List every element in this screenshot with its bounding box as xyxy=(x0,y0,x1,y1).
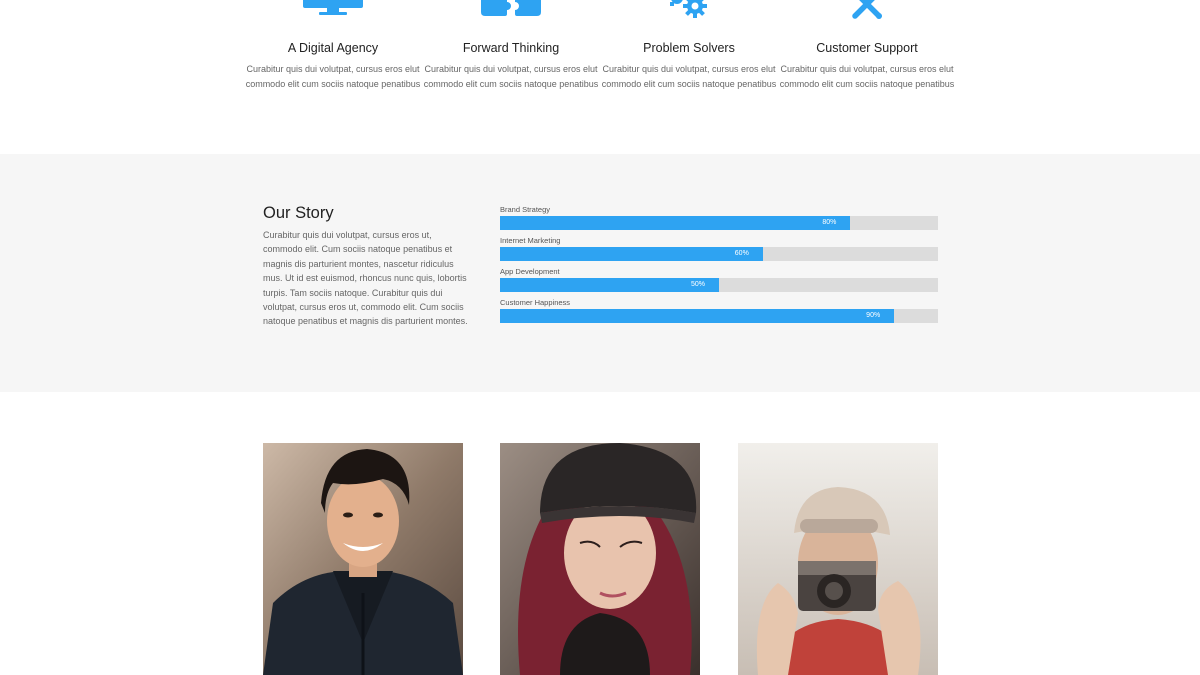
skill-label: Brand Strategy xyxy=(500,205,551,214)
skill-track: 60% xyxy=(500,247,938,261)
skill-percent: 60% xyxy=(734,250,749,257)
feature-text: Curabitur quis dui volutpat, cursus eros… xyxy=(601,64,777,89)
feature-text: Curabitur quis dui volutpat, cursus eros… xyxy=(423,64,599,89)
skill-fill: 60% xyxy=(500,247,763,261)
monitor-icon xyxy=(243,0,423,30)
skill-bar-internet-marketing: Internet Marketing 60% xyxy=(500,236,938,267)
feature-title: A Digital Agency xyxy=(287,41,379,55)
skill-label: Customer Happiness xyxy=(500,298,571,307)
features-section: A Digital Agency Curabitur quis dui volu… xyxy=(0,0,1200,154)
skill-track: 50% xyxy=(500,278,938,292)
story-title: Our Story xyxy=(263,204,334,222)
feature-title: Forward Thinking xyxy=(462,41,560,55)
skill-bars: Brand Strategy 80% Internet Marketing 60… xyxy=(500,205,938,329)
skill-percent: 90% xyxy=(866,312,881,319)
skill-percent: 80% xyxy=(822,219,837,226)
skill-label: App Development xyxy=(500,267,560,276)
skill-bar-customer-happiness: Customer Happiness 90% xyxy=(500,298,938,329)
feature-digital-agency: A Digital Agency Curabitur quis dui volu… xyxy=(243,0,423,91)
skill-track: 80% xyxy=(500,216,938,230)
gears-icon xyxy=(599,0,779,30)
story-text-block: Our Story Curabitur quis dui volutpat, c… xyxy=(263,203,468,329)
team-photo-man xyxy=(263,443,463,675)
feature-customer-support: Customer Support Curabitur quis dui volu… xyxy=(777,0,957,91)
tools-icon xyxy=(777,0,957,30)
feature-title: Customer Support xyxy=(816,41,918,55)
our-story-section: Our Story Curabitur quis dui volutpat, c… xyxy=(0,154,1200,392)
team-photo-woman xyxy=(500,443,700,675)
feature-title: Problem Solvers xyxy=(643,41,735,55)
feature-problem-solvers: Problem Solvers Curabitur quis dui volut… xyxy=(599,0,779,91)
team-section xyxy=(0,392,1200,675)
skill-bar-app-development: App Development 50% xyxy=(500,267,938,298)
story-paragraph: Curabitur quis dui volutpat, cursus eros… xyxy=(263,230,468,327)
skill-fill: 80% xyxy=(500,216,851,230)
feature-text: Curabitur quis dui volutpat, cursus eros… xyxy=(245,64,421,89)
skill-track: 90% xyxy=(500,309,938,323)
skill-fill: 50% xyxy=(500,278,719,292)
feature-forward-thinking: Forward Thinking Curabitur quis dui volu… xyxy=(421,0,601,91)
feature-text: Curabitur quis dui volutpat, cursus eros… xyxy=(779,64,955,89)
puzzle-icon xyxy=(421,0,601,30)
skill-label: Internet Marketing xyxy=(500,236,561,245)
skill-percent: 50% xyxy=(690,281,705,288)
skill-fill: 90% xyxy=(500,309,895,323)
skill-bar-brand-strategy: Brand Strategy 80% xyxy=(500,205,938,236)
team-photo-photographer xyxy=(738,443,938,675)
